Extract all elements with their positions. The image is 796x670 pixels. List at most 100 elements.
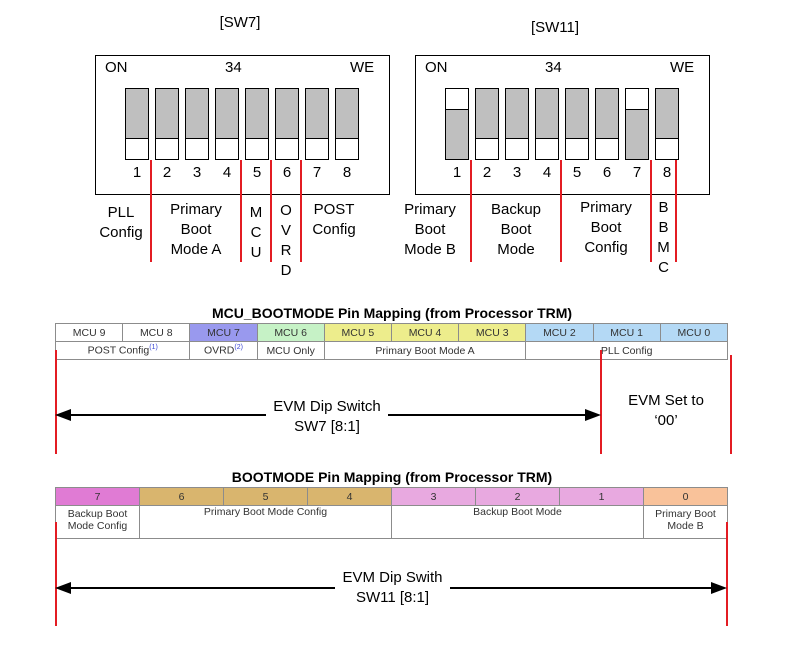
function-cell: Primary Boot Mode B: [643, 505, 728, 539]
sw11-group-primary-boot-config: Primary Boot Config: [580, 199, 632, 256]
sw11-we-label: WE: [670, 59, 695, 76]
sw7-group-post-config: POST Config: [312, 201, 356, 238]
switch-actuator: [656, 89, 678, 139]
evm-set-to-00-label: EVM Set to ‘00’: [610, 391, 722, 431]
sw7-switch-5[interactable]: [245, 88, 269, 160]
sw11-switch-number: 5: [572, 164, 582, 181]
sw11-switch-3[interactable]: [505, 88, 529, 160]
pin-cell: MCU 1: [592, 323, 661, 342]
boot-range-right-marker: [726, 522, 728, 626]
sw7-title: [SW7]: [219, 14, 261, 31]
sw11-switch-7[interactable]: [625, 88, 649, 160]
sw7-on-label: ON: [105, 59, 128, 76]
sw7-switch-number: 2: [162, 164, 172, 181]
mcu-bootmode-table-title: MCU_BOOTMODE Pin Mapping (from Processor…: [211, 305, 573, 321]
function-cell: Primary Boot Mode Config: [139, 505, 392, 539]
mcu-range-left-marker: [55, 350, 57, 454]
sw11-switch-number: 2: [482, 164, 492, 181]
pin-cell: 6: [139, 487, 224, 506]
function-cell-text: Primary Boot Mode B: [655, 508, 716, 532]
switch-actuator: [246, 89, 268, 139]
switch-actuator: [216, 89, 238, 139]
pin-cell: MCU 6: [256, 323, 325, 342]
sw11-group-primary-boot-mode-b: Primary Boot Mode B: [404, 201, 456, 258]
switch-actuator: [276, 89, 298, 139]
function-cell-text: Backup Boot Mode Config: [67, 508, 128, 532]
sw7-switch-number: 5: [252, 164, 262, 181]
sw7-switch-3[interactable]: [185, 88, 209, 160]
sw7-switch-number: 4: [222, 164, 232, 181]
switch-actuator: [336, 89, 358, 139]
sw11-switch-number: 4: [542, 164, 552, 181]
switch-actuator: [536, 89, 558, 139]
sw11-model-label: 34: [545, 59, 562, 76]
sw11-switch-number: 3: [512, 164, 522, 181]
sw7-switch-number: 6: [282, 164, 292, 181]
sw7-group-ovrd: OVRD: [280, 202, 292, 279]
sw7-switch-2[interactable]: [155, 88, 179, 160]
sw7-switch-8[interactable]: [335, 88, 359, 160]
arrow-head-right-icon: [711, 582, 727, 594]
sw11-on-label: ON: [425, 59, 448, 76]
pin-cell: MCU 3: [458, 323, 527, 342]
footnote-ref: (2): [234, 344, 243, 352]
switch-actuator: [186, 89, 208, 139]
switch-actuator: [626, 109, 648, 159]
sw11-switch-4[interactable]: [535, 88, 559, 160]
sw7-group-mcu: MCU: [249, 204, 263, 261]
sw11-range-label: EVM Dip Swith SW11 [8:1]: [335, 568, 450, 608]
footnote-ref: (1): [149, 344, 158, 352]
sw7-range-label: EVM Dip Switch SW7 [8:1]: [266, 397, 388, 437]
boot-range-left-marker: [55, 522, 57, 626]
sw7-group-pll-config: PLL Config: [99, 204, 143, 241]
sw7-group-primary-boot-mode-a: Primary Boot Mode A: [170, 201, 222, 258]
function-cell: MCU Only: [256, 341, 325, 360]
sw11-switch-1[interactable]: [445, 88, 469, 160]
sw11-switch-number: 7: [632, 164, 642, 181]
function-cell: Backup Boot Mode: [391, 505, 644, 539]
sw7-switch-7[interactable]: [305, 88, 329, 160]
arrow-head-right-icon: [585, 409, 601, 421]
switch-actuator: [156, 89, 178, 139]
sw7-switch-number: 7: [312, 164, 322, 181]
pin-cell: 0: [643, 487, 728, 506]
bootmode-table: 76543210 Backup Boot Mode Config Primary B…: [55, 487, 728, 539]
sw7-switch-number: 8: [342, 164, 352, 181]
mcu-bootmode-table: MCU 9 MCU 8 MCU 7 MCU 6 MCU 5 MCU 4 MCU 3 MCU 2…: [54, 323, 729, 360]
function-cell: PLL Config: [525, 341, 728, 360]
mcu-range-mid-marker: [600, 350, 602, 454]
sw11-switch-2[interactable]: [475, 88, 499, 160]
pin-cell: 1: [559, 487, 644, 506]
sw7-switch-4[interactable]: [215, 88, 239, 160]
sw7-model-label: 34: [225, 59, 242, 76]
function-cell: Backup Boot Mode Config: [55, 505, 140, 539]
switch-actuator: [566, 89, 588, 139]
switch-actuator: [506, 89, 528, 139]
pin-cell: MCU 8: [122, 323, 191, 342]
sw11-divider-4: [675, 160, 677, 262]
sw11-switch-5[interactable]: [565, 88, 589, 160]
pin-cell: MCU 7: [189, 323, 258, 342]
pin-cell: 2: [475, 487, 560, 506]
sw7-switch-6[interactable]: [275, 88, 299, 160]
pin-cell: MCU 9: [54, 323, 124, 342]
sw11-group-backup-boot-mode: Backup Boot Mode: [490, 201, 542, 258]
pin-cell: 3: [391, 487, 476, 506]
function-cell: POST Config(1): [54, 341, 191, 360]
switch-actuator: [126, 89, 148, 139]
sw7-switch-number: 3: [192, 164, 202, 181]
sw11-switch-6[interactable]: [595, 88, 619, 160]
pin-cell: 5: [223, 487, 308, 506]
pin-cell: MCU 2: [525, 323, 594, 342]
arrow-head-left-icon: [55, 582, 71, 594]
sw11-group-bbmc: BBMC: [657, 199, 670, 276]
sw7-switch-1[interactable]: [125, 88, 149, 160]
function-cell: Primary Boot Mode A: [323, 341, 527, 360]
sw11-title: [SW11]: [530, 19, 580, 36]
bootmode-table-title: BOOTMODE Pin Mapping (from Processor TRM…: [231, 469, 553, 485]
sw11-switch-8[interactable]: [655, 88, 679, 160]
switch-actuator: [306, 89, 328, 139]
pin-cell: 7: [55, 487, 140, 506]
switch-actuator: [446, 109, 468, 159]
sw11-switch-number: 1: [452, 164, 462, 181]
